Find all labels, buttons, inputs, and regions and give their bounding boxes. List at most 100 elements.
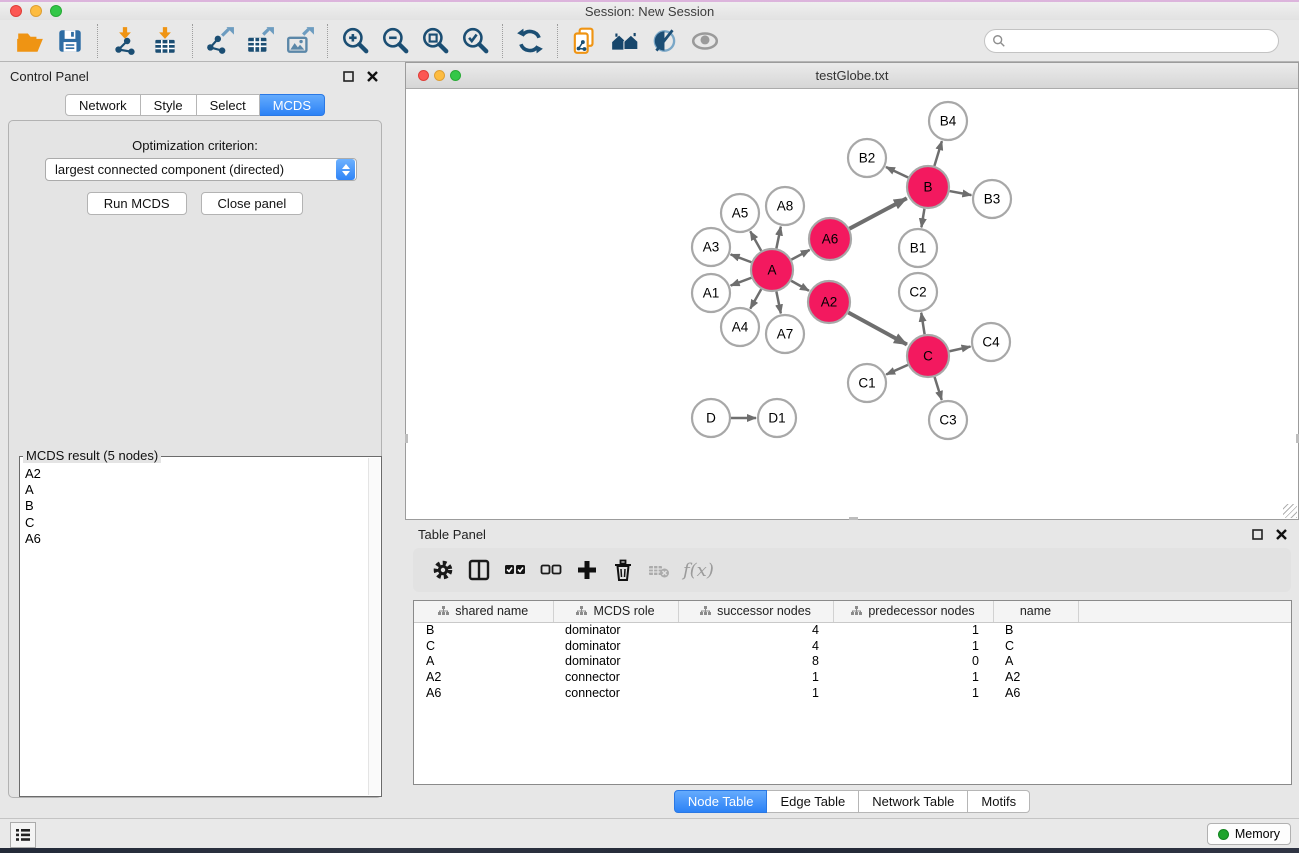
graph-edge-A-A4[interactable] [750,289,761,309]
table-cell[interactable]: A2 [414,669,553,685]
mcds-result-item[interactable]: A2 [22,466,367,482]
network-window-titlebar[interactable]: testGlobe.txt [406,63,1298,89]
graph-edge-A2-C[interactable] [848,313,907,345]
table-row[interactable]: Bdominator41B [414,622,1291,638]
mcds-result-item[interactable]: C [22,515,367,531]
column-header-shared-name[interactable]: shared name [414,601,553,622]
table-cell[interactable]: A6 [414,685,553,701]
table-cell[interactable]: A6 [993,685,1078,701]
table-tab-network-table[interactable]: Network Table [859,790,968,813]
refresh-button[interactable] [510,23,550,59]
delete-column-button[interactable] [605,553,641,587]
table-cell[interactable]: B [414,622,553,638]
table-cell[interactable]: 1 [833,622,993,638]
tab-select[interactable]: Select [197,94,260,116]
import-network-button[interactable] [105,23,145,59]
graph-edge-A-A7[interactable] [776,292,780,314]
table-cell[interactable]: 4 [678,638,833,654]
graph-edge-C-C4[interactable] [949,347,970,352]
hide-graphics-details-button[interactable] [645,23,685,59]
close-table-panel-icon[interactable] [1273,526,1289,542]
table-cell[interactable]: 0 [833,653,993,669]
table-row[interactable]: A6connector11A6 [414,685,1291,701]
zoom-in-button[interactable] [335,23,375,59]
table-cell[interactable]: 1 [833,669,993,685]
table-cell[interactable]: 1 [833,685,993,701]
save-session-button[interactable] [50,23,90,59]
table-cell[interactable]: B [993,622,1078,638]
resize-grip-icon[interactable] [1283,504,1297,518]
table-row[interactable]: Adominator80A [414,653,1291,669]
mcds-result-item[interactable]: B [22,498,367,514]
network-canvas[interactable]: B4B2BB3A8A5A6A3B1AA1C2A2A4A7C4CC1C3DD1 [406,89,1298,519]
graph-edge-A-A2[interactable] [791,281,809,291]
table-cell[interactable]: 1 [678,685,833,701]
graph-edge-A6-B[interactable] [849,198,906,228]
graph-edge-A-A3[interactable] [731,254,752,262]
table-cell[interactable]: 1 [678,669,833,685]
graph-edge-A-A1[interactable] [731,278,752,286]
table-cell[interactable]: dominator [553,653,678,669]
table-cell[interactable]: connector [553,669,678,685]
table-row[interactable]: A2connector11A2 [414,669,1291,685]
float-panel-icon[interactable] [340,68,356,84]
table-cell[interactable]: C [993,638,1078,654]
show-column-button[interactable] [461,553,497,587]
select-all-button[interactable] [497,553,533,587]
graph-edge-B-B4[interactable] [934,141,942,166]
export-network-button[interactable] [200,23,240,59]
export-table-button[interactable] [240,23,280,59]
zoom-selected-button[interactable] [455,23,495,59]
mcds-result-item[interactable]: A [22,482,367,498]
graph-edge-A-A6[interactable] [791,250,809,260]
task-history-button[interactable] [10,822,36,848]
table-cell[interactable]: A2 [993,669,1078,685]
table-cell[interactable]: A [414,653,553,669]
graph-edge-C-C1[interactable] [886,365,908,375]
table-cell[interactable]: 4 [678,622,833,638]
close-panel-icon[interactable] [364,68,380,84]
table-tab-motifs[interactable]: Motifs [968,790,1030,813]
zoom-out-button[interactable] [375,23,415,59]
close-panel-button[interactable]: Close panel [201,192,304,215]
open-file-button[interactable] [10,23,50,59]
table-cell[interactable]: C [414,638,553,654]
run-mcds-button[interactable]: Run MCDS [87,192,187,215]
graph-edge-A-A8[interactable] [776,227,780,249]
graph-edge-B-B1[interactable] [921,209,924,228]
zoom-fit-button[interactable] [415,23,455,59]
table-cell[interactable]: A [993,653,1078,669]
column-header-name[interactable]: name [993,601,1078,622]
search-input[interactable] [984,29,1279,53]
table-cell[interactable]: 1 [833,638,993,654]
table-row[interactable]: Cdominator41C [414,638,1291,654]
table-cell[interactable]: dominator [553,622,678,638]
graph-edge-A-A5[interactable] [750,231,761,251]
graph-edge-B-B3[interactable] [950,191,972,195]
home-button[interactable] [605,23,645,59]
unselect-all-button[interactable] [533,553,569,587]
new-network-button[interactable] [565,23,605,59]
node-table[interactable]: shared nameMCDS rolesuccessor nodesprede… [413,600,1292,785]
column-header-MCDS-role[interactable]: MCDS role [553,601,678,622]
tab-style[interactable]: Style [141,94,197,116]
result-list-scrollbar[interactable] [368,458,380,795]
table-tab-node-table[interactable]: Node Table [674,790,768,813]
create-column-button[interactable] [569,553,605,587]
table-tab-edge-table[interactable]: Edge Table [767,790,859,813]
table-cell[interactable]: 8 [678,653,833,669]
resize-grip-left[interactable] [405,434,408,443]
graph-edge-C-C2[interactable] [921,313,924,335]
criterion-dropdown[interactable]: largest connected component (directed) [45,158,357,181]
graph-edge-B-B2[interactable] [886,167,908,178]
float-table-panel-icon[interactable] [1249,526,1265,542]
table-settings-button[interactable] [425,553,461,587]
graph-edge-C-C3[interactable] [935,377,942,400]
table-cell[interactable]: connector [553,685,678,701]
tab-mcds[interactable]: MCDS [260,94,325,116]
import-table-button[interactable] [145,23,185,59]
column-header-predecessor-nodes[interactable]: predecessor nodes [833,601,993,622]
export-image-button[interactable] [280,23,320,59]
network-graph[interactable]: B4B2BB3A8A5A6A3B1AA1C2A2A4A7C4CC1C3DD1 [406,89,1298,519]
column-header-successor-nodes[interactable]: successor nodes [678,601,833,622]
